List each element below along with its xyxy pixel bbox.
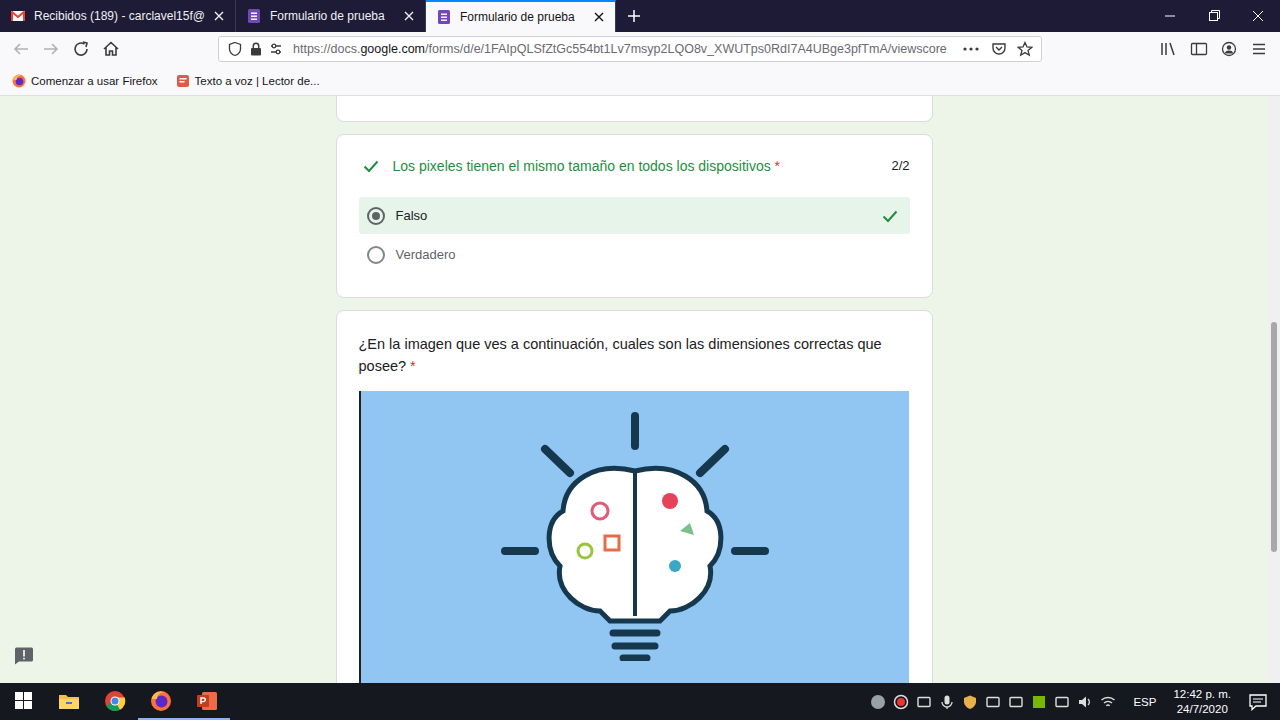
bookmark-item[interactable]: Comenzar a usar Firefox <box>12 74 158 88</box>
minimize-icon[interactable] <box>1148 0 1192 32</box>
radio-button[interactable] <box>367 246 385 264</box>
close-tab-icon[interactable] <box>213 10 225 22</box>
question-title: Los pixeles tienen el mismo tamaño en to… <box>393 155 880 177</box>
bookmark-star-icon[interactable] <box>1017 41 1033 57</box>
page-actions-icon[interactable] <box>961 41 981 57</box>
feedback-icon[interactable] <box>14 647 34 665</box>
volume-icon[interactable] <box>1077 694 1093 710</box>
url-text: https://docs.google.com/forms/d/e/1FAIpQ… <box>293 42 947 56</box>
account-icon[interactable] <box>1220 41 1238 57</box>
network-share-icon[interactable] <box>916 694 932 710</box>
home-icon[interactable] <box>96 34 126 64</box>
lock-icon[interactable] <box>249 41 263 57</box>
display-icon[interactable] <box>1054 694 1070 710</box>
record-icon[interactable] <box>893 694 909 710</box>
close-window-icon[interactable] <box>1236 0 1280 32</box>
shield-icon[interactable] <box>962 694 978 710</box>
bookmarks-bar: Comenzar a usar Firefox Texto a voz | Le… <box>0 66 1280 96</box>
browser-tab[interactable]: Recibidos (189) - carclavel15f@ <box>0 0 236 32</box>
option-label: Verdadero <box>396 247 900 262</box>
browser-tab[interactable]: Formulario de prueba <box>236 0 426 32</box>
file-explorer-icon <box>58 692 80 710</box>
start-button[interactable] <box>0 683 46 720</box>
taskbar-app[interactable] <box>138 683 184 720</box>
restore-icon[interactable] <box>1192 0 1236 32</box>
skype-icon[interactable] <box>870 694 886 710</box>
question-image <box>359 391 909 683</box>
brain-lightbulb-icon <box>485 401 785 661</box>
library-icon[interactable] <box>1160 41 1178 57</box>
powerpoint-icon <box>196 691 218 711</box>
system-tray: ESP 12:42 p. m. 24/7/2020 <box>870 683 1280 720</box>
tab-label: Formulario de prueba <box>460 10 585 24</box>
screen: Recibidos (189) - carclavel15f@ Formular… <box>0 0 1280 720</box>
close-tab-icon[interactable] <box>593 11 605 23</box>
taskbar-app[interactable] <box>92 683 138 720</box>
question-title: ¿En la imagen que ves a continuación, cu… <box>359 333 910 377</box>
forms-icon <box>246 8 262 24</box>
radio-button[interactable] <box>367 207 385 225</box>
window-controls <box>1148 0 1280 32</box>
permissions-icon[interactable] <box>269 41 283 57</box>
taskbar-app[interactable] <box>184 683 230 720</box>
question-card: Los pixeles tienen el mismo tamaño en to… <box>336 134 933 298</box>
correct-check-icon <box>880 206 900 226</box>
firefox-icon <box>12 74 26 88</box>
chrome-icon <box>104 690 126 712</box>
tab-label: Recibidos (189) - carclavel15f@ <box>34 9 205 23</box>
reload-icon[interactable] <box>66 34 96 64</box>
gmail-icon <box>10 8 26 24</box>
back-arrow-icon[interactable] <box>6 34 36 64</box>
wifi-icon[interactable] <box>1100 694 1116 710</box>
required-mark: * <box>410 358 416 374</box>
bookmark-label: Comenzar a usar Firefox <box>31 75 158 87</box>
new-tab-icon[interactable] <box>626 8 642 24</box>
correct-check-icon <box>361 156 381 176</box>
scrollbar[interactable] <box>1268 96 1280 683</box>
forward-arrow-icon[interactable] <box>36 34 66 64</box>
previous-question-card <box>336 96 933 122</box>
firefox-icon <box>150 690 172 712</box>
tab-bar: Recibidos (189) - carclavel15f@ Formular… <box>0 0 1280 32</box>
navigation-bar: https://docs.google.com/forms/d/e/1FAIpQ… <box>0 32 1280 66</box>
browser-tab[interactable]: Formulario de prueba <box>426 0 616 32</box>
sidebar-icon[interactable] <box>1190 41 1208 57</box>
mic-icon[interactable] <box>939 694 955 710</box>
scrollbar-thumb[interactable] <box>1271 322 1277 552</box>
bookmark-item[interactable]: Texto a voz | Lector de... <box>176 74 320 88</box>
tracking-shield-icon[interactable] <box>227 41 243 57</box>
battery-icon[interactable] <box>985 694 1001 710</box>
radio-option[interactable]: Verdadero <box>359 236 910 273</box>
windows-logo-icon <box>15 692 32 709</box>
tab-label: Formulario de prueba <box>270 9 395 23</box>
url-field[interactable]: https://docs.google.com/forms/d/e/1FAIpQ… <box>218 36 1042 62</box>
text-to-speech-icon <box>176 74 190 88</box>
form-page: Los pixeles tienen el mismo tamaño en to… <box>0 96 1268 683</box>
page-content: Los pixeles tienen el mismo tamaño en to… <box>0 96 1280 683</box>
question-card: ¿En la imagen que ves a continuación, cu… <box>336 310 933 683</box>
input-language[interactable]: ESP <box>1133 696 1156 708</box>
taskbar-app[interactable] <box>46 683 92 720</box>
storage-icon[interactable] <box>1008 694 1024 710</box>
option-label: Falso <box>396 208 869 223</box>
nvidia-icon[interactable] <box>1031 694 1047 710</box>
notifications-icon[interactable] <box>1248 692 1268 712</box>
clock[interactable]: 12:42 p. m. 24/7/2020 <box>1173 687 1231 717</box>
options-list: Falso Verdadero <box>359 197 910 273</box>
pocket-icon[interactable] <box>991 41 1007 57</box>
question-score: 2/2 <box>891 155 909 177</box>
bookmark-label: Texto a voz | Lector de... <box>195 75 320 87</box>
menu-icon[interactable] <box>1250 41 1268 57</box>
taskbar: ESP 12:42 p. m. 24/7/2020 <box>0 683 1280 720</box>
scroll-up-arrow[interactable] <box>1268 96 1280 108</box>
radio-option[interactable]: Falso <box>359 197 910 234</box>
forms-icon <box>436 9 452 25</box>
clock-date: 24/7/2020 <box>1177 702 1228 717</box>
clock-time: 12:42 p. m. <box>1173 687 1231 702</box>
required-mark: * <box>775 158 780 174</box>
close-tab-icon[interactable] <box>403 10 415 22</box>
